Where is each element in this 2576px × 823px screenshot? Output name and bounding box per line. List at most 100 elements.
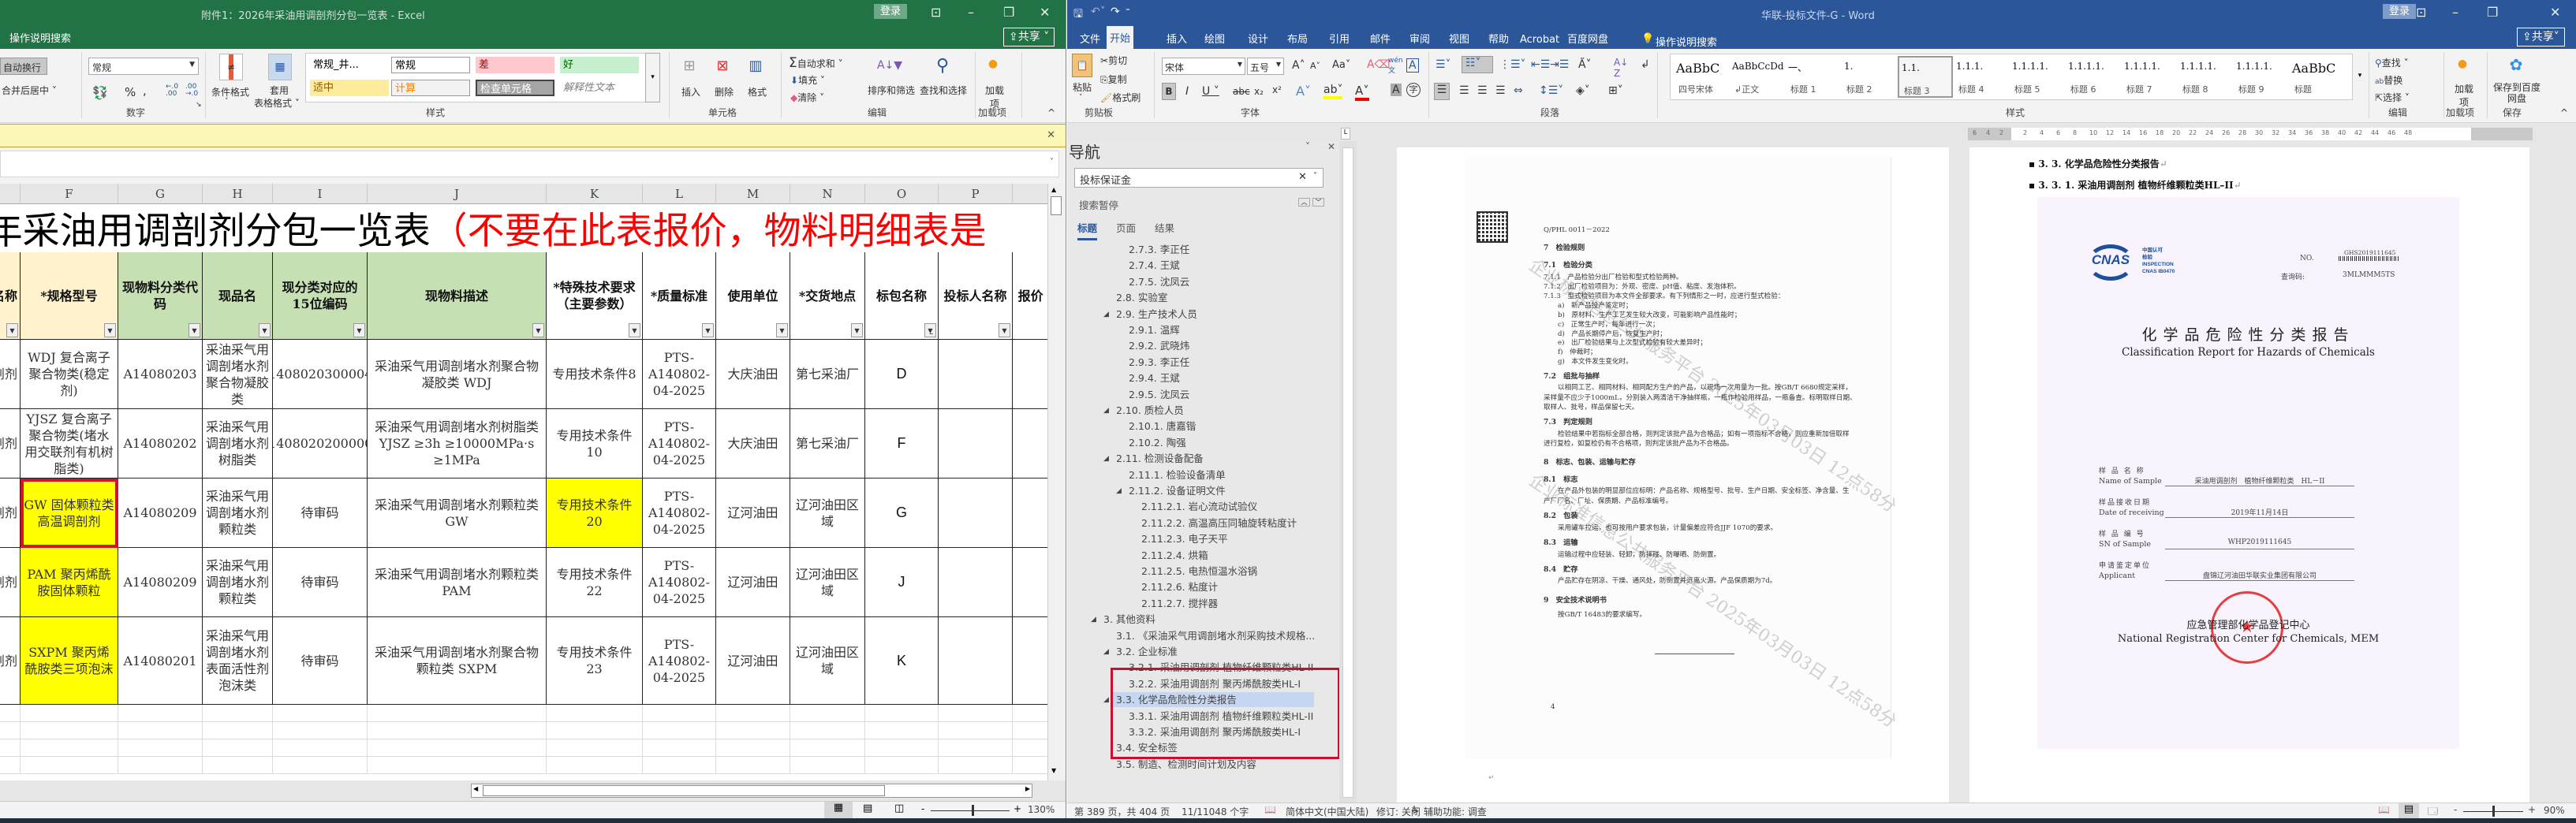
superscript-button[interactable]: x² [1272, 84, 1282, 95]
line-spacing-icon[interactable]: ↕☰˅ [1539, 84, 1563, 97]
nav-heading-item[interactable]: 2.10. 质检人员 [1116, 403, 1184, 418]
subscript-button[interactable]: x₂ [1254, 86, 1264, 97]
char-border-icon[interactable]: A [1406, 58, 1419, 73]
style-item[interactable]: 1.1. 标题 3 [1898, 56, 1953, 98]
sort-filter-button[interactable]: 排序和筛选 [868, 84, 915, 97]
zoom-in-button[interactable]: + [2528, 804, 2536, 815]
insert-button[interactable]: 插入 [681, 85, 700, 99]
filter-dropdown-button[interactable]: ▼̲ [924, 323, 936, 337]
decrease-indent-icon[interactable]: ⇤☰ [1531, 58, 1550, 71]
empty-cell[interactable] [1013, 757, 1047, 774]
tab-7[interactable]: 邮件 [1367, 32, 1394, 49]
zoom-out-button[interactable]: - [2454, 804, 2457, 815]
empty-cell[interactable] [368, 739, 547, 757]
table-cell[interactable] [1013, 548, 1047, 617]
style-item[interactable]: AaBbC 四号宋体 [1674, 56, 1729, 98]
previous-result-button[interactable]: ︿ [1298, 198, 1310, 207]
table-cell[interactable]: 大庆油田 [716, 340, 790, 409]
style-item[interactable]: 1.1.1.1. 标题 8 [2178, 56, 2233, 98]
empty-cell[interactable] [21, 739, 118, 757]
gallery-more-button[interactable]: ▾ [645, 53, 660, 102]
scroll-left-icon[interactable]: ◀ [473, 785, 478, 792]
tab-selector[interactable]: L [1341, 128, 1350, 140]
empty-cell[interactable] [368, 757, 547, 774]
filter-dropdown-button[interactable]: ▼ [851, 323, 863, 337]
align-left-button[interactable]: ☰ [1434, 83, 1450, 100]
empty-cell[interactable] [939, 739, 1013, 757]
nav-heading-item[interactable]: 2.11.2. 设备证明文件 [1129, 483, 1226, 498]
search-options-icon[interactable]: ˅ [1313, 172, 1317, 181]
table-cell[interactable]: WDJ 复合离子聚合物类(稳定剂) [21, 340, 118, 409]
accessibility-status[interactable]: 辅助功能: 调查 [1424, 805, 1487, 818]
expand-triangle-icon[interactable]: ◢ [1091, 616, 1096, 624]
formula-bar[interactable]: ˅ [0, 151, 1059, 177]
table-cell[interactable] [939, 409, 1013, 479]
nav-heading-item[interactable]: 2.11.2.6. 粘度计 [1141, 579, 1218, 594]
page-layout-view-icon[interactable]: ▤ [863, 803, 872, 814]
empty-cell[interactable] [273, 757, 368, 774]
table-cell[interactable]: 调剖剂 [0, 409, 21, 479]
cut-button[interactable]: ✂剪切 [1100, 54, 1127, 67]
nav-tab-2[interactable]: 结果 [1155, 220, 1174, 235]
strikethrough-button[interactable]: abc [1233, 86, 1250, 97]
table-cell[interactable]: PTS-A140802-04-2025 [643, 479, 716, 548]
tab-11[interactable]: Acrobat [1517, 32, 1562, 49]
table-cell[interactable] [1013, 479, 1047, 548]
excel-zoom-level[interactable]: 130% [1028, 804, 1055, 815]
empty-cell[interactable] [118, 722, 203, 739]
delete-button[interactable]: 删除 [715, 85, 734, 99]
table-cell[interactable] [1013, 617, 1047, 705]
filter-dropdown-button[interactable]: ▼ [259, 323, 271, 337]
empty-cell[interactable] [716, 722, 790, 739]
percent-button[interactable]: % [125, 85, 136, 99]
filter-dropdown-button[interactable]: ▼ [6, 323, 18, 337]
wrap-text-button[interactable]: 自动换行 [0, 58, 47, 75]
underline-button[interactable]: U ˅ [1202, 85, 1219, 98]
cell-style-7[interactable]: 解释性文本 [560, 80, 639, 96]
table-cell[interactable]: 辽河油田 [716, 617, 790, 705]
nav-heading-item[interactable]: 2.9.4. 王斌 [1129, 371, 1180, 385]
empty-cell[interactable] [118, 739, 203, 757]
clear-button[interactable]: ◆清除 ˅ [790, 91, 824, 104]
nav-heading-item[interactable]: 2.11.1. 检验设备清单 [1129, 467, 1226, 482]
excel-login-button[interactable]: 登录 [874, 4, 908, 19]
style-item[interactable]: AaBbCcDd ↲正文 [1730, 56, 1785, 98]
empty-cell[interactable] [1013, 705, 1047, 722]
empty-cell[interactable] [273, 722, 368, 739]
page-break-view-icon[interactable]: ◫ [894, 803, 904, 814]
sort-icon[interactable]: A↓ Z [1614, 57, 1628, 79]
table-cell[interactable] [939, 548, 1013, 617]
table-cell[interactable]: 调剖剂 [0, 340, 21, 409]
table-cell[interactable]: 专用技术条件8 [547, 340, 643, 409]
empty-cell[interactable] [547, 757, 643, 774]
undo-icon[interactable]: ↶˅ [1091, 6, 1106, 18]
merge-center-button[interactable]: 合并后居中 ˅ [2, 84, 57, 97]
table-cell[interactable]: 专用技术条件20 [547, 479, 643, 548]
table-cell[interactable]: 第七采油厂 [790, 340, 865, 409]
empty-cell[interactable] [716, 705, 790, 722]
nav-heading-item[interactable]: 2.10.2. 陶强 [1129, 435, 1186, 450]
table-cell[interactable]: 第七采油厂 [790, 409, 865, 479]
nav-heading-item[interactable]: 3.2. 企业标准 [1116, 644, 1178, 659]
expand-triangle-icon[interactable]: ◢ [1103, 407, 1109, 415]
numbering-icon[interactable]: ☷˅ [1462, 56, 1493, 73]
cell-style-5[interactable]: 计算 [391, 80, 470, 96]
expand-triangle-icon[interactable]: ◢ [1116, 487, 1122, 495]
select-button[interactable]: ⇱选择 ˅ [2375, 91, 2410, 104]
empty-cell[interactable] [368, 722, 547, 739]
style-item[interactable]: 1.1.1. 标题 4 [1954, 56, 2009, 98]
ribbon-display-icon[interactable]: ⊡ [931, 5, 941, 20]
empty-cell[interactable] [0, 722, 21, 739]
empty-cell[interactable] [790, 722, 865, 739]
horizontal-scrollbar[interactable]: ◀ ▶ [471, 784, 1032, 798]
change-case-icon[interactable]: Aa˅ [1332, 59, 1350, 71]
increase-indent-icon[interactable]: ⇥☰ [1550, 58, 1569, 71]
cell-style-1[interactable]: 常规 [391, 57, 470, 73]
excel-share-button[interactable]: ⇪共享 ˅ [1003, 28, 1055, 47]
filter-dropdown-button[interactable]: ▼ [702, 323, 714, 337]
cell-style-4[interactable]: 适中 [310, 80, 389, 96]
nav-heading-item[interactable]: 2.9.2. 武晓炜 [1129, 338, 1189, 353]
word-login-button[interactable]: 登录 [2383, 4, 2417, 19]
tab-9[interactable]: 视图 [1446, 32, 1473, 49]
column-header-M[interactable]: M [716, 184, 790, 204]
